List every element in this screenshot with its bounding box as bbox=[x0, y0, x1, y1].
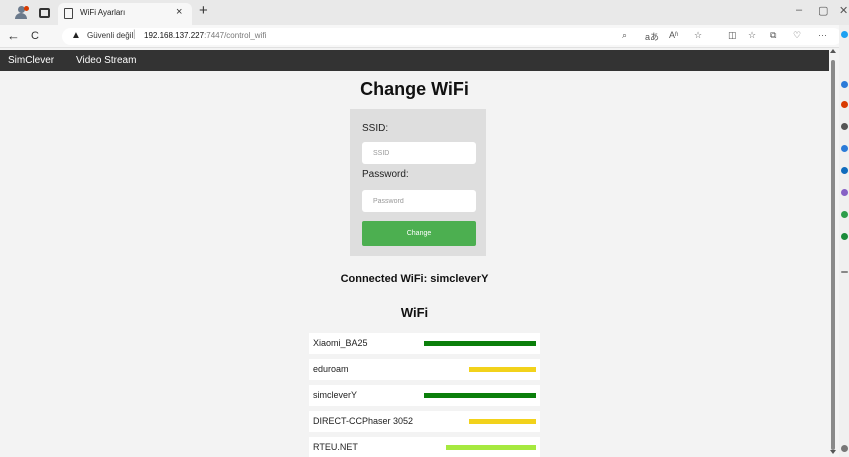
url-host: 192.168.137.227 bbox=[144, 31, 205, 40]
favorite-icon[interactable]: ☆ bbox=[694, 30, 702, 41]
search-icon[interactable]: ⌕ bbox=[622, 30, 627, 41]
url-path: :7447/control_wifi bbox=[204, 31, 267, 40]
page-title: Change WiFi bbox=[360, 79, 469, 99]
close-window-icon[interactable]: ✕ bbox=[839, 4, 848, 17]
tab-title: WiFi Ayarları bbox=[80, 8, 126, 17]
url-text[interactable]: 192.168.137.227:7447/control_wifi bbox=[144, 31, 266, 40]
new-tab-button[interactable]: + bbox=[199, 2, 208, 19]
signal-strength-fill bbox=[424, 341, 536, 346]
wifi-network-list: Xiaomi_BA25eduroam simcleverY DIRECT-CCPha… bbox=[309, 333, 540, 457]
navbar-brand-link[interactable]: SimClever bbox=[8, 55, 54, 66]
refresh-icon[interactable]: C bbox=[31, 30, 39, 42]
favorites-icon[interactable]: ☆ bbox=[748, 30, 756, 41]
browser-essentials-icon[interactable]: ♡ bbox=[793, 30, 801, 41]
wifi-ssid: DIRECT-CCPhaser 3052 bbox=[313, 416, 414, 426]
translate-icon[interactable]: aあ bbox=[645, 30, 659, 43]
edge-sidebar bbox=[839, 25, 849, 457]
copilot-icon[interactable] bbox=[841, 31, 848, 38]
read-aloud-icon[interactable]: Aʱ bbox=[669, 30, 678, 40]
address-bar[interactable]: ▲ Güvenli değil | 192.168.137.227:7447/c… bbox=[62, 28, 842, 45]
sidebar-app-icon[interactable] bbox=[841, 101, 848, 108]
signal-strength-fill bbox=[468, 419, 536, 424]
wifi-ssid: RTEU.NET bbox=[313, 442, 358, 452]
warning-icon: ▲ bbox=[71, 30, 81, 41]
wifi-network-row[interactable]: eduroam bbox=[309, 359, 540, 380]
wifi-network-row[interactable]: simcleverY bbox=[309, 385, 540, 406]
scrollbar-thumb[interactable] bbox=[831, 60, 835, 450]
sidebar-app-icon[interactable] bbox=[841, 123, 848, 130]
ssid-input[interactable] bbox=[362, 142, 476, 164]
signal-strength-fill bbox=[424, 393, 536, 398]
signal-strength-bar bbox=[424, 341, 536, 346]
collections-icon[interactable]: ⧉ bbox=[770, 30, 776, 41]
change-wifi-form: SSID: Password: Change bbox=[350, 109, 486, 256]
sidebar-app-icon[interactable] bbox=[841, 189, 848, 196]
sidebar-app-icon[interactable] bbox=[841, 145, 848, 152]
wifi-ssid: Xiaomi_BA25 bbox=[313, 338, 368, 348]
site-navbar: SimClever Video Stream bbox=[0, 50, 829, 71]
browser-tab[interactable]: WiFi Ayarları × bbox=[58, 3, 192, 25]
sidebar-app-icon[interactable] bbox=[841, 167, 848, 174]
signal-strength-fill bbox=[468, 367, 536, 372]
more-icon[interactable]: ··· bbox=[818, 30, 827, 40]
settings-icon[interactable] bbox=[841, 445, 848, 452]
scroll-up-icon[interactable] bbox=[830, 49, 836, 53]
change-button[interactable]: Change bbox=[362, 221, 476, 246]
maximize-icon[interactable]: ▢ bbox=[818, 4, 828, 17]
profile-icon[interactable] bbox=[14, 6, 29, 20]
ssid-label: SSID: bbox=[362, 123, 389, 134]
address-separator: | bbox=[133, 29, 136, 40]
security-status[interactable]: Güvenli değil bbox=[87, 31, 133, 40]
wifi-section-title: WiFi bbox=[400, 305, 429, 320]
signal-strength-bar bbox=[424, 419, 536, 424]
split-screen-icon[interactable]: ◫ bbox=[728, 30, 737, 41]
signal-strength-bar bbox=[424, 367, 536, 372]
page-icon bbox=[64, 8, 73, 19]
wifi-ssid: eduroam bbox=[313, 364, 349, 374]
connected-wifi-status: Connected WiFi: simcleverY bbox=[340, 273, 489, 285]
signal-strength-bar bbox=[424, 445, 536, 450]
page-scrollbar[interactable] bbox=[829, 48, 837, 457]
signal-strength-fill bbox=[446, 445, 536, 450]
browser-tab-strip: WiFi Ayarları × + – ▢ ✕ bbox=[0, 0, 849, 25]
back-icon[interactable]: ← bbox=[7, 28, 20, 43]
tab-actions-icon[interactable] bbox=[39, 8, 50, 18]
wifi-network-row[interactable]: RTEU.NET bbox=[309, 437, 540, 457]
page-content: Change WiFi SSID: Password: Change Conne… bbox=[0, 71, 829, 457]
signal-strength-bar bbox=[424, 393, 536, 398]
add-icon[interactable] bbox=[841, 271, 848, 273]
wifi-network-row[interactable]: DIRECT-CCPhaser 3052 bbox=[309, 411, 540, 432]
sidebar-app-icon[interactable] bbox=[841, 81, 848, 88]
scroll-down-icon[interactable] bbox=[830, 450, 836, 454]
close-tab-icon[interactable]: × bbox=[176, 6, 182, 18]
minimize-icon[interactable]: – bbox=[796, 4, 802, 16]
sidebar-app-icon[interactable] bbox=[841, 211, 848, 218]
password-label: Password: bbox=[362, 169, 409, 180]
video-stream-link[interactable]: Video Stream bbox=[76, 55, 136, 66]
wifi-ssid: simcleverY bbox=[313, 390, 358, 400]
password-input[interactable] bbox=[362, 190, 476, 212]
sidebar-app-icon[interactable] bbox=[841, 233, 848, 240]
wifi-network-row[interactable]: Xiaomi_BA25 bbox=[309, 333, 540, 354]
address-toolbar: ← C ▲ Güvenli değil | 192.168.137.227:74… bbox=[0, 25, 849, 48]
